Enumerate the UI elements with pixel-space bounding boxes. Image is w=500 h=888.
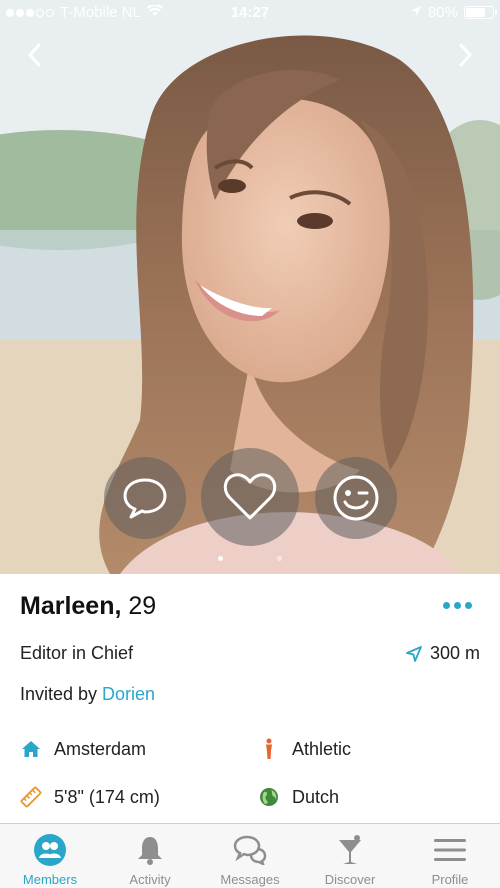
- tab-label: Profile: [431, 872, 469, 887]
- like-button[interactable]: [201, 448, 299, 546]
- globe-icon: [258, 786, 280, 808]
- chevron-left-icon: [28, 43, 41, 67]
- heart-icon: [223, 473, 277, 520]
- profile-name: Marleen,: [20, 592, 122, 620]
- profile-photo[interactable]: T-Mobile NL 14:27 80%: [0, 0, 500, 574]
- tab-label: Discover: [324, 872, 376, 887]
- previous-photo-button[interactable]: [20, 38, 48, 72]
- more-options-button[interactable]: [443, 602, 472, 609]
- ruler-icon: [20, 786, 42, 808]
- chevron-right-icon: [459, 43, 472, 67]
- tab-label: Activity: [129, 872, 171, 887]
- members-icon: [32, 832, 68, 868]
- wink-button[interactable]: [315, 457, 397, 539]
- profile-job: Editor in Chief: [20, 643, 134, 663]
- wink-smiley-icon: [333, 475, 379, 521]
- invited-by: Invited by Dorien: [20, 684, 155, 705]
- profile-age: 29: [128, 592, 157, 620]
- battery-percent: 80%: [427, 4, 458, 21]
- height-value: 5'8" (174 cm): [54, 786, 160, 807]
- distance-value: 300 m: [429, 643, 480, 663]
- attribute-city: Amsterdam: [20, 738, 146, 760]
- cocktail-icon: [332, 832, 368, 868]
- language-value: Dutch: [292, 786, 340, 807]
- status-bar: T-Mobile NL 14:27 80%: [0, 0, 500, 26]
- person-icon: [258, 738, 280, 760]
- tab-bar: Members Activity Messages Discover Profi…: [0, 823, 500, 888]
- page-dot: [277, 556, 282, 561]
- bell-icon: [132, 832, 168, 868]
- inviter-link[interactable]: Dorien: [102, 684, 155, 704]
- distance: 300 m: [406, 643, 480, 664]
- tab-activity[interactable]: Activity: [100, 824, 200, 888]
- page-dot: [218, 556, 223, 561]
- profile-name-age: Marleen, 29: [20, 592, 156, 621]
- home-icon: [20, 738, 42, 760]
- city-value: Amsterdam: [54, 738, 147, 759]
- speech-bubble-icon: [123, 478, 167, 519]
- tab-profile[interactable]: Profile: [400, 824, 500, 888]
- attribute-body: Athletic: [258, 738, 351, 760]
- photo-page-indicator: [0, 556, 500, 561]
- location-arrow-icon: [410, 4, 422, 21]
- profile-info: Marleen, 29 Editor in Chief 300 m Invite…: [0, 574, 500, 824]
- message-button[interactable]: [104, 457, 186, 539]
- tab-members[interactable]: Members: [0, 824, 100, 888]
- body-value: Athletic: [292, 738, 352, 759]
- tab-messages[interactable]: Messages: [200, 824, 300, 888]
- chat-bubbles-icon: [232, 832, 268, 868]
- location-arrow-icon: [406, 645, 422, 662]
- tab-label: Messages: [220, 872, 280, 887]
- invited-by-label: Invited by: [20, 684, 103, 704]
- tab-label: Members: [22, 872, 78, 887]
- attribute-height: 5'8" (174 cm): [20, 786, 160, 808]
- attribute-language: Dutch: [258, 786, 339, 808]
- hamburger-menu-icon: [432, 832, 468, 868]
- battery-icon: [464, 6, 497, 19]
- tab-discover[interactable]: Discover: [300, 824, 400, 888]
- next-photo-button[interactable]: [452, 38, 480, 72]
